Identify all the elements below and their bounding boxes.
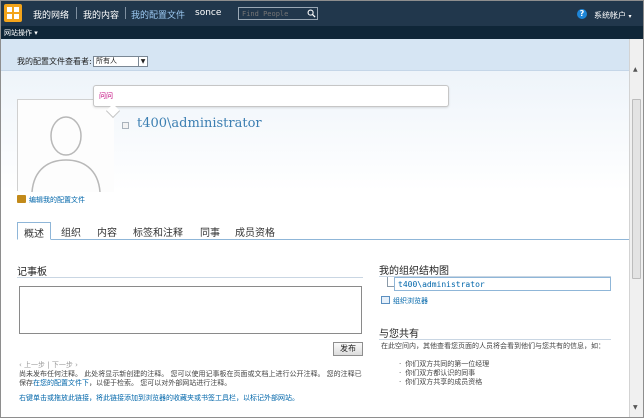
nav-divider [76, 7, 77, 19]
viewer-select-value: 所有人 [96, 57, 117, 65]
presence-icon [122, 122, 129, 129]
vertical-scrollbar[interactable]: ▲ ▼ [629, 39, 643, 417]
in-common-description: 在此空间内，其他查看您页面的人员将会看到他们与您共有的信息，如： [381, 342, 605, 350]
status-message-bubble[interactable]: 问问 [93, 85, 449, 119]
noteboard-title: 记事板 [17, 267, 47, 278]
account-menu[interactable]: 系统帐户 ▾ [594, 10, 632, 21]
note-input[interactable] [19, 286, 362, 334]
profile-tabs: 概述 组织 内容 标签和注释 同事 成员资格 [17, 222, 629, 240]
profile-photo [17, 99, 114, 192]
site-actions-bar: 网站操作 ▾ [1, 26, 643, 39]
nav-my-profile[interactable]: 我的配置文件 [131, 8, 185, 21]
profile-user-name: t400\administrator [137, 116, 262, 131]
edit-profile-label: 编辑我的配置文件 [29, 196, 85, 204]
nav-divider [125, 7, 126, 19]
people-search-input[interactable] [239, 8, 305, 19]
nav-my-content[interactable]: 我的内容 [83, 8, 119, 21]
sharepoint-logo-icon[interactable] [4, 4, 22, 22]
nav-my-network[interactable]: 我的网络 [33, 8, 69, 21]
chevron-down-icon[interactable]: ▼ [138, 57, 147, 66]
tab-tags-notes[interactable]: 标签和注释 [127, 222, 189, 240]
section-divider [17, 277, 363, 278]
in-common-title: 与您共有 [379, 329, 419, 340]
scroll-up-icon[interactable]: ▲ [633, 66, 638, 73]
org-browser-link[interactable]: 组织浏览器 [381, 296, 428, 306]
bookmarklet-link[interactable]: 右键单击或拖放此链接，将此链接添加到浏览器的收藏夹或书签工具栏，以标记外部网站。 [19, 393, 299, 403]
noteboard-pager: ‹ 上一步 | 下一步 › [19, 360, 78, 370]
org-chart-user-link[interactable]: t400\administrator [398, 280, 485, 289]
edit-profile-icon [17, 195, 26, 203]
edit-profile-link[interactable]: 编辑我的配置文件 [17, 195, 85, 205]
list-item: 你们双方都认识的同事 [399, 369, 489, 378]
tab-memberships[interactable]: 成员资格 [229, 222, 281, 240]
user-silhouette-icon [18, 100, 114, 192]
nav-sonce[interactable]: sonce [195, 8, 221, 18]
pager-divider: | [47, 361, 50, 369]
next-page-link[interactable]: 下一步 › [52, 361, 78, 369]
scroll-down-icon[interactable]: ▼ [633, 404, 638, 411]
top-navigation-bar: 我的网络 我的内容 我的配置文件 sonce ? 系统帐户 ▾ [1, 1, 643, 26]
viewer-select[interactable]: 所有人 ▼ [93, 56, 148, 67]
org-browser-label: 组织浏览器 [393, 297, 428, 305]
prev-page-link[interactable]: ‹ 上一步 [19, 361, 45, 369]
tab-overview[interactable]: 概述 [17, 222, 51, 240]
list-item: 你们双方共同的第一位经理 [399, 360, 489, 369]
section-divider [379, 339, 611, 340]
browser-frame: 我的网络 我的内容 我的配置文件 sonce ? 系统帐户 ▾ 网站操作 ▾ 我… [0, 0, 644, 418]
org-browser-icon [381, 296, 390, 304]
site-actions-menu[interactable]: 网站操作 ▾ [4, 28, 38, 38]
noteboard-description: 尚未发布任何注释。 此处将显示新创建的注释。 您可以使用记事板在页面或文档上进行… [19, 370, 365, 388]
tab-content[interactable]: 内容 [91, 222, 123, 240]
org-chart-title: 我的组织结构图 [379, 266, 449, 277]
org-chart-node: t400\administrator [394, 277, 611, 291]
tab-colleagues[interactable]: 同事 [194, 222, 226, 240]
in-common-list: 你们双方共同的第一位经理 你们双方都认识的同事 你们双方共享的成员资格 [399, 360, 489, 387]
profile-notes-link[interactable]: 在您的配置文件下 [33, 379, 89, 387]
account-label: 系统帐户 [594, 11, 626, 20]
post-button[interactable]: 发布 [333, 342, 363, 356]
org-connector [387, 277, 394, 287]
chevron-down-icon: ▾ [628, 13, 632, 20]
people-search-box [238, 7, 318, 20]
list-item: 你们双方共享的成员资格 [399, 378, 489, 387]
status-message: 问问 [99, 92, 113, 100]
viewer-label: 我的配置文件查看者: [17, 57, 92, 66]
help-icon[interactable]: ? [577, 9, 587, 19]
scrollbar-thumb[interactable] [632, 99, 641, 279]
tab-organization[interactable]: 组织 [55, 222, 87, 240]
noteboard-desc-text-end: ，以便于检索。 您可以对外部网站进行注释。 [89, 379, 232, 387]
search-icon[interactable] [307, 9, 316, 18]
